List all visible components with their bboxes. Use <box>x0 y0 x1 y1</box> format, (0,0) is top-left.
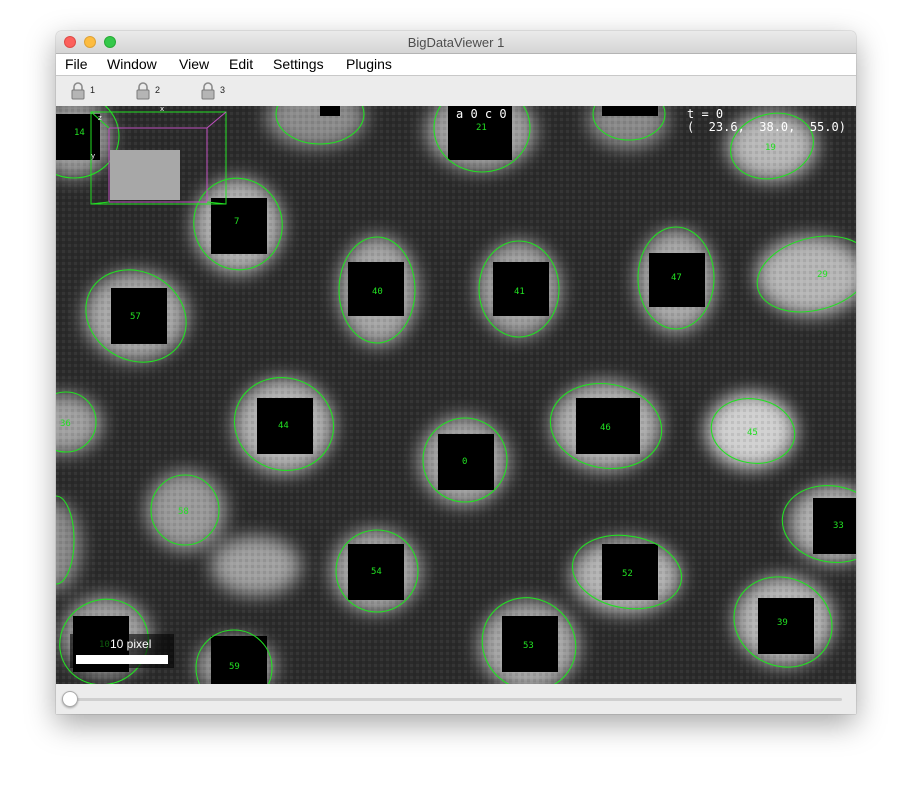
lock-label: 3 <box>220 85 226 95</box>
time-slider-track[interactable] <box>70 698 842 701</box>
label-36: 36 <box>60 419 71 429</box>
lock-button-3[interactable]: 3 <box>200 82 240 100</box>
menu-window[interactable]: Window <box>107 56 157 72</box>
menu-bar: File Window View Edit Settings Plugins <box>56 54 856 76</box>
toolbar: 1 2 3 <box>56 76 856 106</box>
axis-z-label: z <box>98 114 102 122</box>
mouse-coordinates: ( 23.6, 38.0, 55.0) <box>687 120 846 134</box>
label-47: 47 <box>671 273 682 283</box>
label-45: 45 <box>747 428 758 438</box>
label-46: 46 <box>600 423 611 433</box>
time-slider-thumb[interactable] <box>62 691 78 707</box>
lock-button-2[interactable]: 2 <box>135 82 175 100</box>
label-54: 54 <box>371 567 382 577</box>
label-7: 7 <box>234 217 239 227</box>
label-39: 39 <box>777 618 788 628</box>
menu-view[interactable]: View <box>179 56 209 72</box>
label-44: 44 <box>278 421 289 431</box>
lock-button-1[interactable]: 1 <box>70 82 110 100</box>
bdv-window: BigDataViewer 1 File Window View Edit Se… <box>56 31 856 714</box>
label-58: 58 <box>178 507 189 517</box>
lock-label: 2 <box>155 85 161 95</box>
title-bar: BigDataViewer 1 <box>56 31 856 54</box>
label-0: 0 <box>462 457 467 467</box>
menu-edit[interactable]: Edit <box>229 56 253 72</box>
label-59: 59 <box>229 662 240 672</box>
label-52: 52 <box>622 569 633 579</box>
scale-bar: 10 pixel <box>70 634 174 668</box>
microscopy-image: 14 21 19 7 40 41 47 29 57 44 46 45 0 36 … <box>56 106 856 684</box>
label-40: 40 <box>372 287 383 297</box>
timepoint-info: t = 0 <box>687 107 724 121</box>
lock-icon <box>136 82 150 100</box>
label-21: 21 <box>476 123 487 133</box>
axis-y-label: y <box>91 152 95 160</box>
window-title: BigDataViewer 1 <box>407 35 505 50</box>
label-19: 19 <box>765 143 776 153</box>
source-info: a 0 c 0 <box>456 107 507 121</box>
axis-x-label: x <box>160 106 164 113</box>
label-53: 53 <box>523 641 534 651</box>
menu-file[interactable]: File <box>65 56 88 72</box>
label-33: 33 <box>833 521 844 531</box>
label-14: 14 <box>74 128 85 138</box>
lock-label: 1 <box>90 85 96 95</box>
scale-bar-line <box>76 655 168 664</box>
lock-icon <box>71 82 85 100</box>
scale-bar-label: 10 pixel <box>110 637 152 651</box>
time-slider-panel <box>56 684 856 714</box>
image-viewer-canvas[interactable]: 14 21 19 7 40 41 47 29 57 44 46 45 0 36 … <box>56 106 856 684</box>
label-29: 29 <box>817 270 828 280</box>
label-41: 41 <box>514 287 525 297</box>
label-57: 57 <box>130 312 141 322</box>
menu-settings[interactable]: Settings <box>273 56 324 72</box>
menu-plugins[interactable]: Plugins <box>346 56 392 72</box>
lock-icon <box>201 82 215 100</box>
